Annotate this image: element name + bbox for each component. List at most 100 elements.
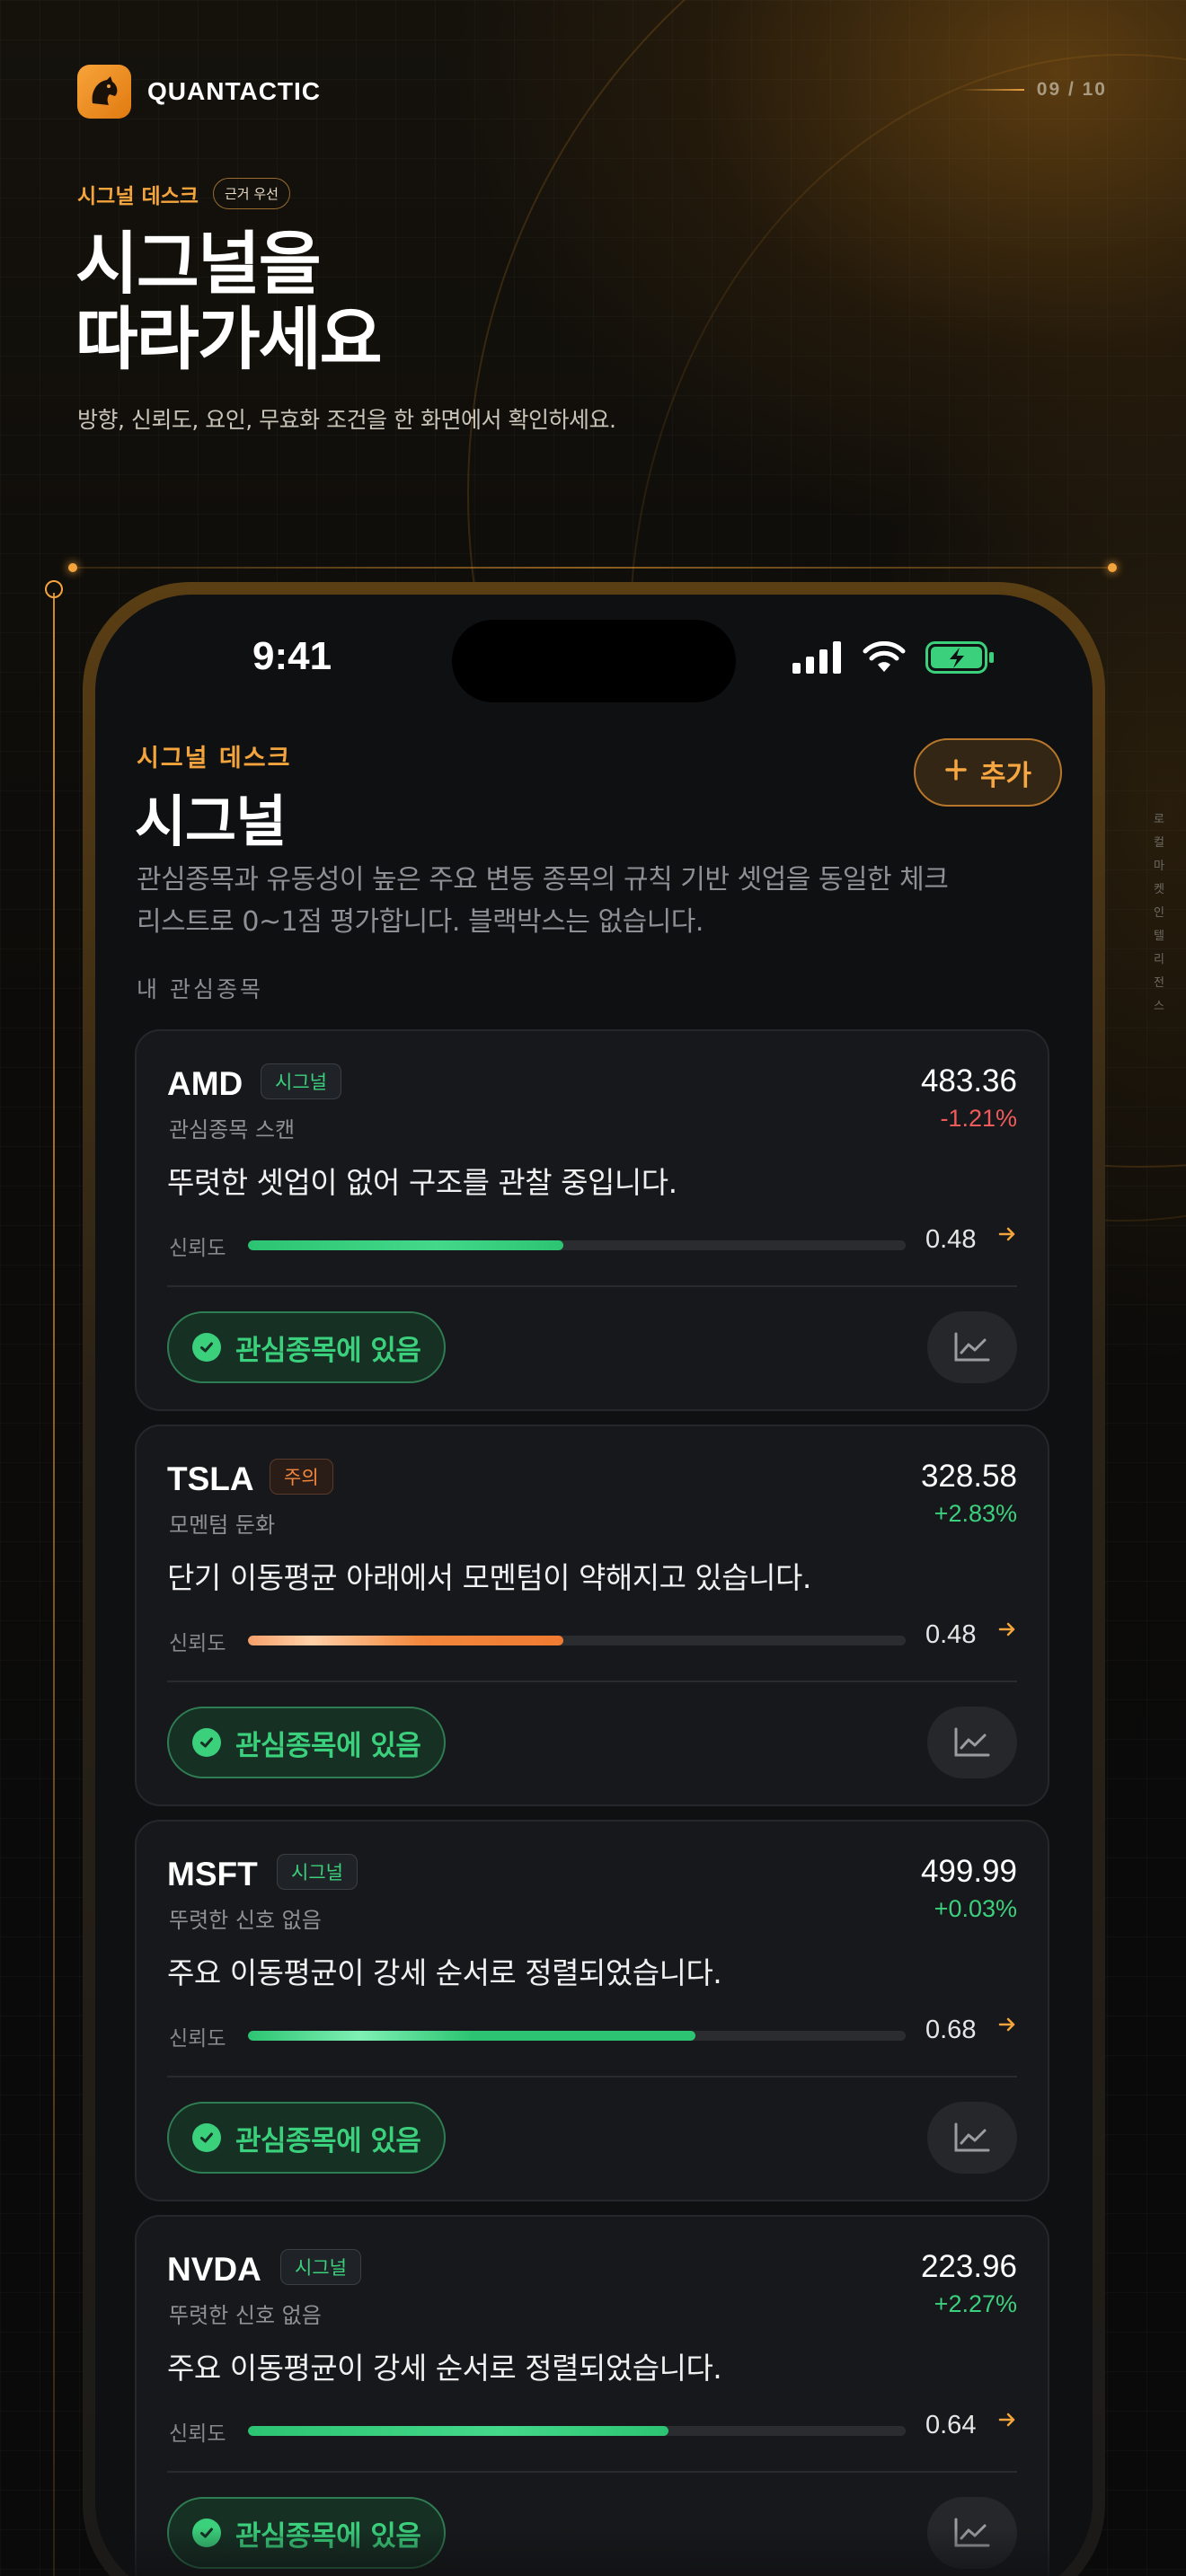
hero-title-line: 시그널을 (75, 224, 322, 304)
watchlist-toggle-button[interactable]: 관심종목에 있음 (167, 1311, 447, 1383)
card-subtitle: 뚜렷한 신호 없음 (169, 1908, 322, 1933)
screen-title: 시그널 (135, 789, 287, 854)
check-circle-icon (192, 1333, 221, 1362)
confidence-label: 신뢰도 (169, 1237, 226, 1260)
card-divider (167, 2471, 1017, 2473)
check-circle-icon (192, 1728, 221, 1757)
signal-card-tsla[interactable]: TSLA 주의 모멘텀 둔화 328.58 +2.83% 단기 이동평균 아래에… (135, 1425, 1049, 1806)
signal-message: 단기 이동평균 아래에서 모멘텀이 약해지고 있습니다. (167, 1560, 811, 1595)
confidence-label: 신뢰도 (169, 1632, 226, 1655)
confidence-bar-fill (248, 1240, 564, 1250)
eyebrow-chip: 근거 우선 (212, 178, 290, 209)
hero-title: 시그널을 따라가세요 (75, 226, 704, 377)
arrow-right-icon[interactable] (997, 2409, 1017, 2436)
horse-head-icon (77, 65, 131, 119)
watchlist-toggle-button[interactable]: 관심종목에 있음 (167, 2102, 447, 2174)
page-indicator: 09 / 10 (1036, 79, 1107, 100)
bottom-fade (95, 2527, 1093, 2576)
signal-message: 뚜렷한 셋업이 없어 구조를 관찰 중입니다. (167, 1165, 677, 1200)
chart-button[interactable] (927, 2102, 1017, 2174)
price: 483.36 (920, 1063, 1017, 1098)
arrow-right-icon[interactable] (997, 2014, 1017, 2041)
signal-icon (792, 641, 841, 674)
watchlist-toggle-label: 관심종목에 있음 (235, 1729, 421, 1762)
price-change: -1.21% (940, 1105, 1017, 1132)
card-divider (167, 1285, 1017, 1287)
add-button-label: 추가 (979, 759, 1031, 792)
signal-card-msft[interactable]: MSFT 시그널 뚜렷한 신호 없음 499.99 +0.03% 주요 이동평균… (135, 1820, 1049, 2201)
guide-dot (68, 563, 77, 572)
phone-screen: 9:41 시그널 데스크 추가 시그널 관심종목과 유동성이 높은 주요 변동 … (95, 595, 1093, 2576)
chart-button[interactable] (927, 1311, 1017, 1383)
line-chart-icon (954, 2122, 990, 2152)
brand: QUANTACTIC (77, 65, 321, 119)
signal-card-nvda[interactable]: NVDA 시그널 뚜렷한 신호 없음 223.96 +2.27% 주요 이동평균… (135, 2215, 1049, 2576)
confidence-value: 0.64 (925, 2411, 977, 2439)
hero-subtitle: 방향, 신뢰도, 요인, 무효화 조건을 한 화면에서 확인하세요. (77, 407, 616, 433)
signal-tag: 시그널 (277, 1854, 358, 1890)
card-divider (167, 1681, 1017, 1682)
confidence-bar (248, 1636, 906, 1645)
ticker-symbol: TSLA (167, 1460, 254, 1497)
confidence-bar (248, 1240, 906, 1250)
section-label: 내 관심종목 (137, 976, 263, 1002)
confidence-bar-fill (248, 1636, 564, 1645)
price: 328.58 (920, 1459, 1017, 1494)
confidence-bar (248, 2031, 906, 2041)
wifi-icon (863, 641, 906, 672)
signal-message: 주요 이동평균이 강세 순서로 정렬되었습니다. (167, 2351, 722, 2386)
screen-description: 관심종목과 유동성이 높은 주요 변동 종목의 규칙 기반 셋업을 동일한 체크… (137, 864, 949, 938)
side-label: 로컬 마켓 인텔리전스 (1154, 813, 1164, 1013)
arrow-right-icon[interactable] (997, 1223, 1017, 1250)
card-subtitle: 뚜렷한 신호 없음 (169, 2303, 322, 2328)
status-time: 9:41 (252, 634, 332, 678)
price: 223.96 (920, 2249, 1017, 2284)
chart-button[interactable] (927, 1707, 1017, 1778)
confidence-value: 0.48 (925, 1620, 977, 1649)
pager-line (960, 89, 1024, 91)
signal-card-amd[interactable]: AMD 시그널 관심종목 스캔 483.36 -1.21% 뚜렷한 셋업이 없어… (135, 1029, 1049, 1411)
card-divider (167, 2076, 1017, 2078)
hero-title-line: 따라가세요 (75, 299, 383, 379)
confidence-bar-fill (248, 2426, 669, 2436)
confidence-value: 0.48 (925, 1225, 977, 1254)
signal-message: 주요 이동평균이 강세 순서로 정렬되었습니다. (167, 1955, 722, 1990)
desk-label: 시그널 데스크 (137, 745, 292, 772)
guide-line (72, 567, 1112, 569)
confidence-bar (248, 2426, 906, 2436)
watchlist-toggle-label: 관심종목에 있음 (235, 2124, 421, 2157)
plus-icon (944, 756, 968, 789)
ticker-symbol: AMD (167, 1065, 243, 1102)
dynamic-island (452, 620, 736, 702)
eyebrow-label: 시그널 데스크 (77, 184, 199, 208)
guide-line-vertical (53, 593, 55, 2576)
confidence-bar-fill (248, 2031, 695, 2041)
confidence-value: 0.68 (925, 2016, 977, 2044)
ticker-symbol: NVDA (167, 2251, 261, 2288)
arrow-right-icon[interactable] (997, 1619, 1017, 1645)
line-chart-icon (954, 1727, 990, 1757)
pager: 09 / 10 (960, 79, 1107, 101)
price: 499.99 (920, 1854, 1017, 1889)
ticker-symbol: MSFT (167, 1856, 258, 1892)
signal-tag: 시그널 (261, 1063, 341, 1099)
brand-name: QUANTACTIC (147, 77, 322, 105)
guide-ring (45, 580, 63, 598)
status-icons (792, 641, 996, 674)
card-subtitle: 관심종목 스캔 (169, 1117, 296, 1142)
price-change: +2.27% (934, 2290, 1017, 2317)
signal-tag: 주의 (270, 1459, 333, 1495)
watchlist-toggle-button[interactable]: 관심종목에 있음 (167, 1707, 447, 1778)
phone-frame: 9:41 시그널 데스크 추가 시그널 관심종목과 유동성이 높은 주요 변동 … (83, 582, 1105, 2576)
confidence-label: 신뢰도 (169, 2027, 226, 2051)
signal-tag: 시그널 (280, 2249, 361, 2285)
card-subtitle: 모멘텀 둔화 (169, 1513, 276, 1538)
watchlist-toggle-label: 관심종목에 있음 (235, 1334, 421, 1367)
check-circle-icon (192, 2123, 221, 2152)
hero-eyebrow: 시그널 데스크 근거 우선 (77, 178, 290, 209)
battery-charging-icon (925, 641, 994, 674)
price-change: +0.03% (934, 1895, 1017, 1922)
add-button[interactable]: 추가 (913, 738, 1062, 807)
price-change: +2.83% (934, 1500, 1017, 1527)
confidence-label: 신뢰도 (169, 2422, 226, 2446)
